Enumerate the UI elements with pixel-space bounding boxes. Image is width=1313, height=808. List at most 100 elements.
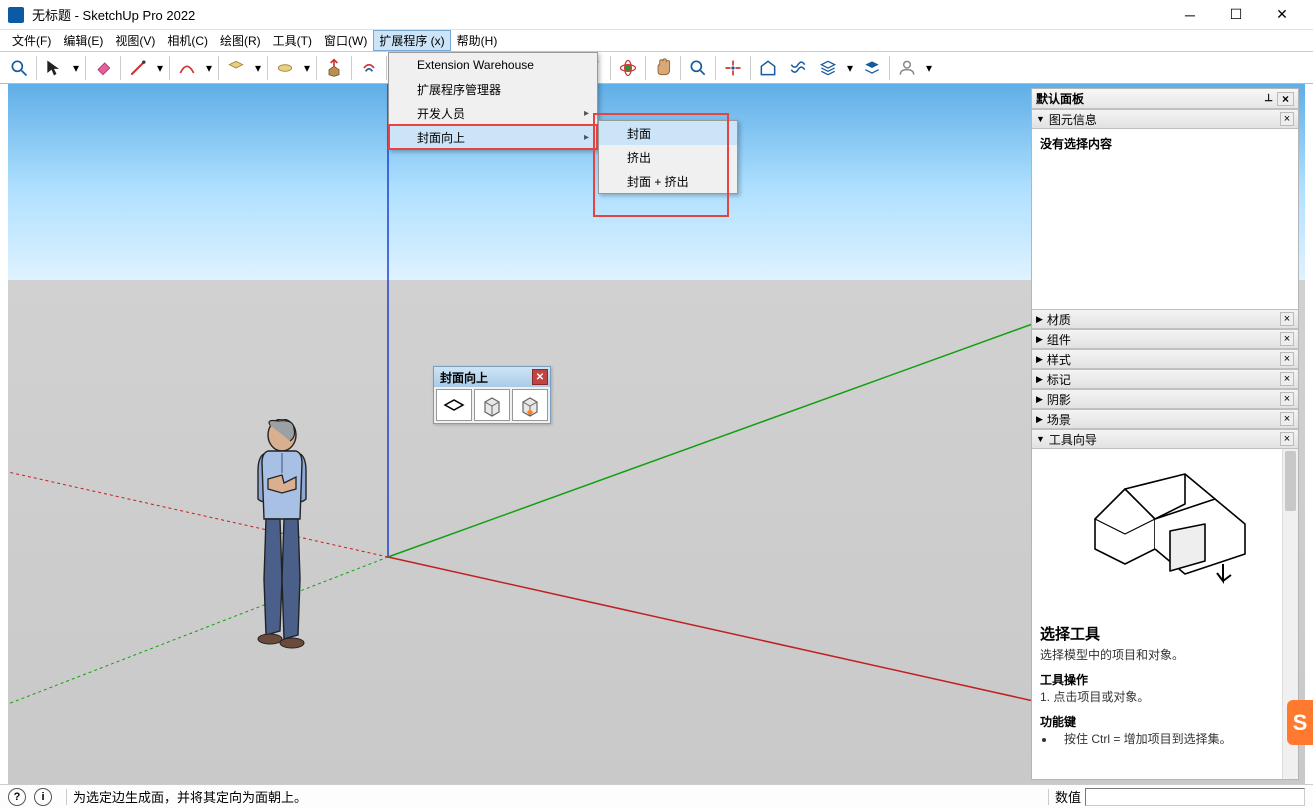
panel-close[interactable]: × bbox=[1280, 412, 1294, 426]
menu-窗口(W)[interactable]: 窗口(W) bbox=[318, 30, 373, 51]
layers-tool[interactable] bbox=[813, 54, 843, 82]
select-dropdown[interactable]: ▾ bbox=[69, 54, 83, 82]
value-label: 数值 bbox=[1055, 787, 1081, 806]
menu-视图(V)[interactable]: 视图(V) bbox=[109, 30, 161, 51]
select-tool[interactable] bbox=[39, 54, 69, 82]
panel-close[interactable]: × bbox=[1280, 392, 1294, 406]
toolbar-separator bbox=[715, 56, 716, 80]
menu-工具(T)[interactable]: 工具(T) bbox=[267, 30, 318, 51]
window-title: 无标题 - SketchUp Pro 2022 bbox=[32, 5, 1167, 24]
layers-dropdown[interactable]: ▾ bbox=[843, 54, 857, 82]
arc-tool[interactable] bbox=[172, 54, 202, 82]
layers-vis-tool[interactable] bbox=[857, 54, 887, 82]
submenu-item[interactable]: 封面 + 挤出 bbox=[599, 169, 737, 193]
circle-tool[interactable] bbox=[270, 54, 300, 82]
menu-item[interactable]: 开发人员 bbox=[389, 101, 597, 125]
panel-close[interactable]: × bbox=[1280, 372, 1294, 386]
sogou-indicator[interactable]: S bbox=[1287, 700, 1313, 745]
expand-icon: ▶ bbox=[1036, 374, 1043, 385]
default-tray: 默认面板 ⊥ × ▼ 图元信息 × 没有选择内容 ▶材质×▶组件×▶样式×▶标记… bbox=[1031, 88, 1299, 780]
arc-dropdown[interactable]: ▾ bbox=[202, 54, 216, 82]
pin-icon[interactable]: ⊥ bbox=[1260, 93, 1277, 104]
orbit-tool[interactable] bbox=[613, 54, 643, 82]
panel-header-样式[interactable]: ▶样式× bbox=[1032, 349, 1298, 369]
tray-title: 默认面板 bbox=[1036, 90, 1084, 107]
window-titlebar: 无标题 - SketchUp Pro 2022 ─ ☐ ✕ bbox=[0, 0, 1313, 30]
pan-tool[interactable] bbox=[648, 54, 678, 82]
plugin-toolbar-close[interactable]: ✕ bbox=[532, 369, 548, 385]
menu-item[interactable]: Extension Warehouse bbox=[389, 53, 597, 77]
window-controls: ─ ☐ ✕ bbox=[1167, 0, 1305, 30]
panel-close[interactable]: × bbox=[1280, 312, 1294, 326]
menu-编辑(E)[interactable]: 编辑(E) bbox=[57, 30, 109, 51]
panel-header-组件[interactable]: ▶组件× bbox=[1032, 329, 1298, 349]
pushpull-tool[interactable] bbox=[319, 54, 349, 82]
expand-icon: ▶ bbox=[1036, 414, 1043, 425]
app-icon bbox=[8, 7, 24, 23]
minimize-button[interactable]: ─ bbox=[1167, 0, 1213, 30]
menu-扩展程序 (x)[interactable]: 扩展程序 (x) bbox=[373, 30, 450, 51]
menu-文件(F)[interactable]: 文件(F) bbox=[6, 30, 57, 51]
panel-close[interactable]: × bbox=[1280, 352, 1294, 366]
circle-dropdown[interactable]: ▾ bbox=[300, 54, 314, 82]
line-dropdown[interactable]: ▾ bbox=[153, 54, 167, 82]
toolbar-separator bbox=[351, 56, 352, 80]
ext-warehouse-tool[interactable] bbox=[783, 54, 813, 82]
expand-icon: ▶ bbox=[1036, 354, 1043, 365]
submenu-item[interactable]: 封面 bbox=[599, 121, 737, 145]
toolbar-separator bbox=[36, 56, 37, 80]
zoom-tool[interactable] bbox=[683, 54, 713, 82]
menu-item[interactable]: 封面向上 bbox=[389, 125, 597, 149]
maximize-button[interactable]: ☐ bbox=[1213, 0, 1259, 30]
statusbar-separator bbox=[66, 789, 67, 805]
panel-header-场景[interactable]: ▶场景× bbox=[1032, 409, 1298, 429]
plugin-toolbar-title[interactable]: 封面向上 ✕ bbox=[434, 367, 550, 387]
submenu-item[interactable]: 挤出 bbox=[599, 145, 737, 169]
panel-title: 阴影 bbox=[1047, 391, 1071, 408]
search-tool[interactable] bbox=[4, 54, 34, 82]
tray-close[interactable]: × bbox=[1277, 92, 1294, 106]
panel-header-标记[interactable]: ▶标记× bbox=[1032, 369, 1298, 389]
collapse-icon: ▼ bbox=[1036, 434, 1045, 444]
menu-相机(C)[interactable]: 相机(C) bbox=[161, 30, 214, 51]
expand-icon: ▶ bbox=[1036, 334, 1043, 345]
tray-header[interactable]: 默认面板 ⊥ × bbox=[1032, 89, 1298, 109]
extrude-button[interactable] bbox=[474, 389, 510, 421]
face-up-button[interactable] bbox=[436, 389, 472, 421]
menu-item[interactable]: 扩展程序管理器 bbox=[389, 77, 597, 101]
panel-title: 材质 bbox=[1047, 311, 1071, 328]
help-icon[interactable]: ? bbox=[8, 788, 26, 806]
entity-info-header[interactable]: ▼ 图元信息 × bbox=[1032, 109, 1298, 129]
user-dropdown[interactable]: ▾ bbox=[922, 54, 936, 82]
scrollbar-thumb[interactable] bbox=[1285, 451, 1296, 511]
measurements-input[interactable] bbox=[1085, 788, 1305, 806]
panel-header-材质[interactable]: ▶材质× bbox=[1032, 309, 1298, 329]
face-up-submenu[interactable]: 封面挤出封面 + 挤出 bbox=[598, 120, 738, 194]
close-button[interactable]: ✕ bbox=[1259, 0, 1305, 30]
zoom-extents-tool[interactable] bbox=[718, 54, 748, 82]
face-extrude-button[interactable] bbox=[512, 389, 548, 421]
statusbar-separator bbox=[1048, 789, 1049, 805]
toolbar-separator bbox=[386, 56, 387, 80]
toolbar-separator bbox=[120, 56, 121, 80]
extensions-menu[interactable]: Extension Warehouse扩展程序管理器开发人员封面向上 bbox=[388, 52, 598, 150]
info-icon[interactable]: i bbox=[34, 788, 52, 806]
user-tool[interactable] bbox=[892, 54, 922, 82]
eraser-tool[interactable] bbox=[88, 54, 118, 82]
panel-header-阴影[interactable]: ▶ 阴影 × bbox=[1032, 389, 1298, 409]
toolbar-separator bbox=[218, 56, 219, 80]
line-tool[interactable] bbox=[123, 54, 153, 82]
menu-绘图(R)[interactable]: 绘图(R) bbox=[214, 30, 267, 51]
plugin-toolbar-title-text: 封面向上 bbox=[440, 369, 488, 386]
panel-close[interactable]: × bbox=[1280, 332, 1294, 346]
plugin-toolbar[interactable]: 封面向上 ✕ bbox=[433, 366, 551, 424]
panel-close[interactable]: × bbox=[1280, 112, 1294, 126]
panel-close[interactable]: × bbox=[1280, 432, 1294, 446]
expand-icon: ▶ bbox=[1036, 394, 1043, 405]
menu-帮助(H)[interactable]: 帮助(H) bbox=[451, 30, 504, 51]
rectangle-tool[interactable] bbox=[221, 54, 251, 82]
warehouse-tool[interactable] bbox=[753, 54, 783, 82]
rectangle-dropdown[interactable]: ▾ bbox=[251, 54, 265, 82]
instructor-header[interactable]: ▼ 工具向导 × bbox=[1032, 429, 1298, 449]
offset-tool[interactable] bbox=[354, 54, 384, 82]
